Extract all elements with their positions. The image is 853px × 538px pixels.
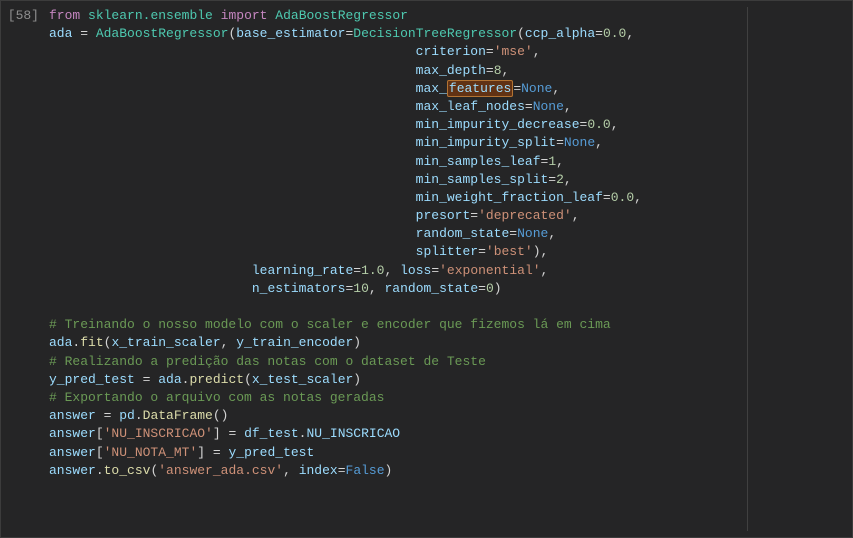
- val-max-depth: 8: [494, 63, 502, 78]
- param-loss: loss: [400, 263, 431, 278]
- param-n-estimators: n_estimators: [252, 281, 346, 296]
- var-answer3: answer: [49, 445, 96, 460]
- param-max-depth: max_depth: [416, 63, 486, 78]
- var-answer4: answer: [49, 463, 96, 478]
- param-presort: presort: [416, 208, 471, 223]
- param-random-state: random_state: [385, 281, 479, 296]
- val-msl: 1: [548, 154, 556, 169]
- val-mss: 2: [556, 172, 564, 187]
- arg-filename: 'answer_ada.csv': [158, 463, 283, 478]
- val-rs: 0: [486, 281, 494, 296]
- val-presort: 'deprecated': [478, 208, 572, 223]
- param-base-estimator: base_estimator: [236, 26, 345, 41]
- param-random-state-dt: random_state: [416, 226, 510, 241]
- val-mid: 0.0: [587, 117, 610, 132]
- param-learning-rate: learning_rate: [252, 263, 353, 278]
- comment-predict: # Realizando a predição das notas com o …: [49, 354, 486, 369]
- module-path: sklearn.ensemble: [88, 8, 213, 23]
- code-cell[interactable]: [58] from sklearn.ensemble import AdaBoo…: [0, 0, 853, 538]
- ctor-adaboost: AdaBoostRegressor: [96, 26, 229, 41]
- param-max-leaf-nodes: max_leaf_nodes: [416, 99, 525, 114]
- val-ccp: 0.0: [603, 26, 626, 41]
- param-min-impurity-decrease: min_impurity_decrease: [416, 117, 580, 132]
- fn-tocsv: to_csv: [104, 463, 151, 478]
- indent: [49, 226, 416, 241]
- fn-dataframe: DataFrame: [143, 408, 213, 423]
- editor-ruler: [747, 7, 748, 531]
- highlight-features: features: [447, 80, 513, 97]
- var-answer2: answer: [49, 426, 96, 441]
- param-splitter: splitter: [416, 244, 478, 259]
- arg-xtest: x_test_scaler: [252, 372, 353, 387]
- obj-ada: ada: [49, 335, 72, 350]
- indent: [49, 208, 416, 223]
- val-rs-dt: None: [517, 226, 548, 241]
- ctor-dtree: DecisionTreeRegressor: [353, 26, 517, 41]
- val-index: False: [346, 463, 385, 478]
- rhs-dftest: df_test: [244, 426, 299, 441]
- param-min-samples-split: min_samples_split: [416, 172, 549, 187]
- param-min-impurity-split: min_impurity_split: [416, 135, 556, 150]
- mod-pd: pd: [119, 408, 135, 423]
- param-index: index: [299, 463, 338, 478]
- param-max-features-pre: max_: [416, 81, 447, 96]
- indent: [49, 81, 416, 96]
- arg-ytrain: y_train_encoder: [236, 335, 353, 350]
- fn-predict: predict: [189, 372, 244, 387]
- val-criterion: 'mse': [494, 44, 533, 59]
- imported-class: AdaBoostRegressor: [275, 8, 408, 23]
- rhs-ypred: y_pred_test: [228, 445, 314, 460]
- indent: [49, 244, 416, 259]
- indent: [49, 63, 416, 78]
- indent: [49, 281, 252, 296]
- indent: [49, 135, 416, 150]
- obj-ada2: ada: [158, 372, 181, 387]
- key-nuinscricao: 'NU_INSCRICAO': [104, 426, 213, 441]
- var-ada: ada: [49, 26, 72, 41]
- indent: [49, 117, 416, 132]
- code-editor[interactable]: from sklearn.ensemble import AdaBoostReg…: [49, 7, 844, 531]
- comment-train: # Treinando o nosso modelo com o scaler …: [49, 317, 611, 332]
- val-max-leaf-nodes: None: [533, 99, 564, 114]
- var-answer: answer: [49, 408, 96, 423]
- val-lr: 1.0: [361, 263, 384, 278]
- param-min-weight-fraction-leaf: min_weight_fraction_leaf: [416, 190, 603, 205]
- val-ne: 10: [353, 281, 369, 296]
- val-splitter: 'best': [486, 244, 533, 259]
- val-max-features: None: [521, 81, 552, 96]
- var-ypred: y_pred_test: [49, 372, 135, 387]
- key-nunotamt: 'NU_NOTA_MT': [104, 445, 198, 460]
- indent: [49, 263, 252, 278]
- indent: [49, 172, 416, 187]
- rhs-attr-nuinscricao: NU_INSCRICAO: [306, 426, 400, 441]
- indent: [49, 44, 416, 59]
- val-mis: None: [564, 135, 595, 150]
- cell-prompt: [58]: [5, 7, 49, 531]
- fn-fit: fit: [80, 335, 103, 350]
- indent: [49, 154, 416, 169]
- op-eq: =: [72, 26, 95, 41]
- param-ccp-alpha: ccp_alpha: [525, 26, 595, 41]
- comment-export: # Exportando o arquivo com as notas gera…: [49, 390, 384, 405]
- kw-import: import: [221, 8, 268, 23]
- kw-from: from: [49, 8, 80, 23]
- param-criterion: criterion: [416, 44, 486, 59]
- val-mwfl: 0.0: [611, 190, 634, 205]
- arg-xtrain: x_train_scaler: [111, 335, 220, 350]
- val-loss: 'exponential': [439, 263, 540, 278]
- param-min-samples-leaf: min_samples_leaf: [416, 154, 541, 169]
- indent: [49, 99, 416, 114]
- indent: [49, 190, 416, 205]
